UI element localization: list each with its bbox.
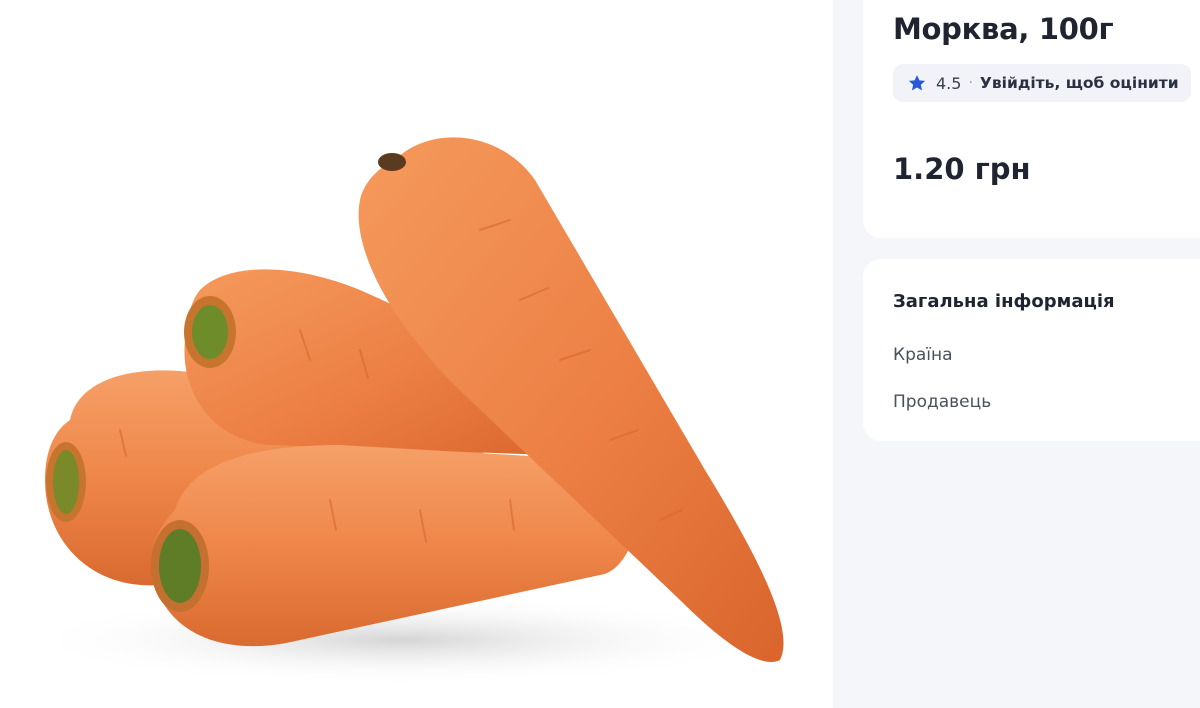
rating-bar[interactable]: 4.5 · Увійдіть, щоб оцінити: [893, 64, 1191, 102]
product-sidebar: Морква, 100г 4.5 · Увійдіть, щоб оцінити…: [833, 0, 1200, 708]
carrots-photo: [20, 137, 784, 685]
general-info-card: Загальна інформація Країна Продавець: [863, 259, 1200, 441]
product-price: 1.20 грн: [893, 152, 1031, 186]
product-image[interactable]: [0, 0, 833, 708]
rating-value: 4.5: [936, 73, 962, 93]
star-icon: [908, 75, 926, 91]
country-label: Країна: [893, 345, 953, 365]
product-summary-card: Морква, 100г 4.5 · Увійдіть, щоб оцінити…: [863, 0, 1200, 238]
product-title: Морква, 100г: [893, 12, 1114, 46]
rating-separator: ·: [968, 75, 973, 91]
seller-label: Продавець: [893, 392, 992, 412]
general-info-heading: Загальна інформація: [893, 291, 1115, 312]
login-to-rate-link[interactable]: Увійдіть, щоб оцінити: [980, 74, 1179, 92]
